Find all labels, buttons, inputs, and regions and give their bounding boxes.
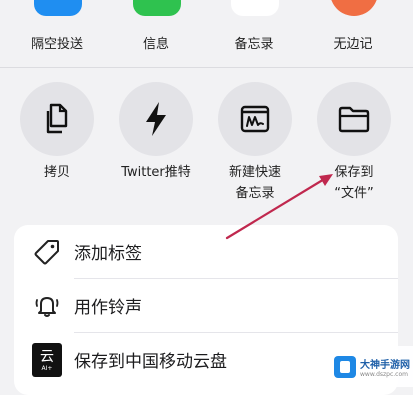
site-watermark: 大神手游网 www.dszpc.com: [330, 346, 413, 387]
watermark-logo-icon: [334, 355, 356, 378]
annotation-arrow: [225, 174, 333, 240]
watermark-title: 大神手游网: [360, 359, 410, 371]
watermark-url: www.dszpc.com: [360, 370, 408, 378]
